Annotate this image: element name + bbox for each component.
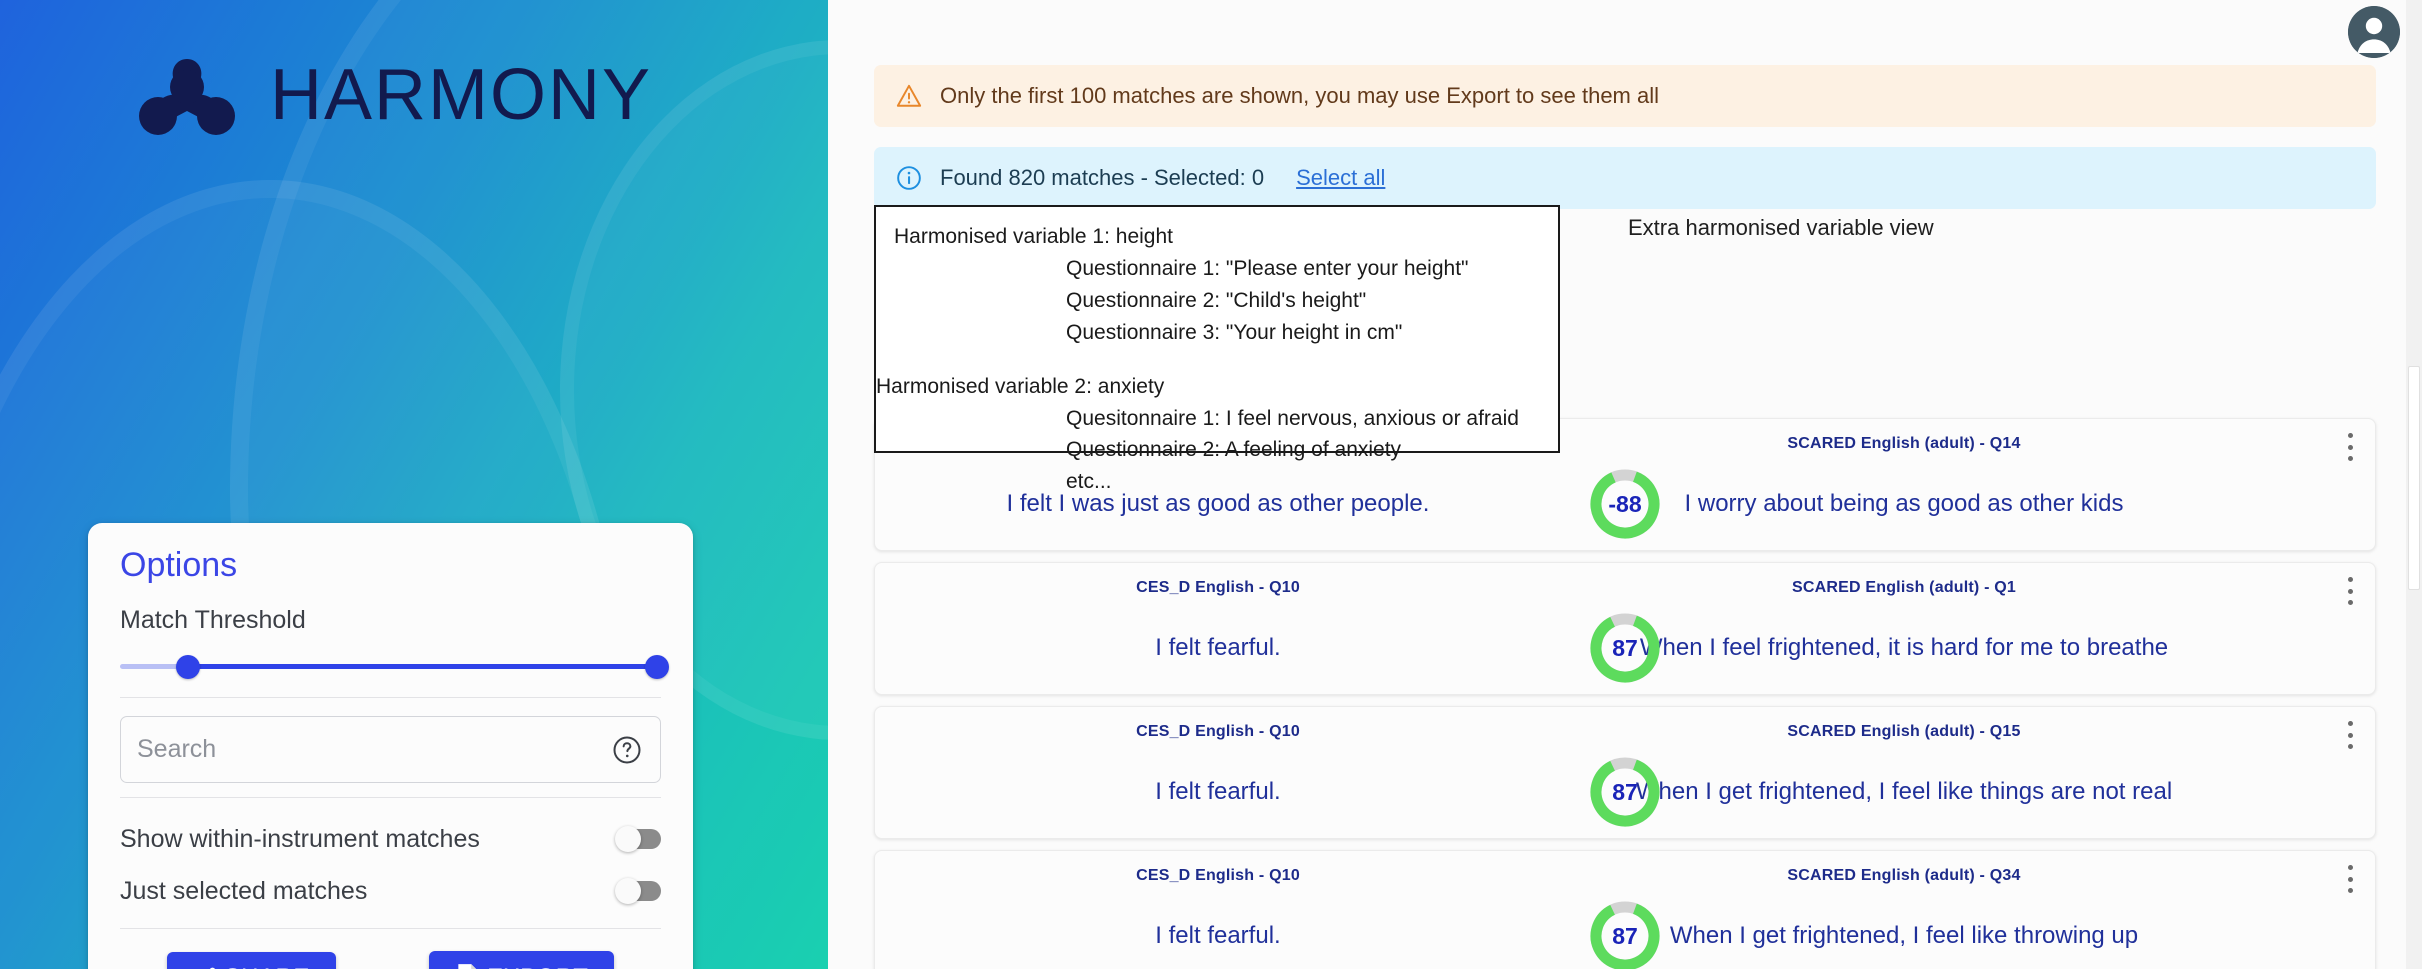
match-row[interactable]: CES_D English - Q10 SCARED English (adul… xyxy=(874,706,2376,839)
export-button[interactable]: X EXPORT xyxy=(429,951,615,969)
question-mark-circle-icon[interactable] xyxy=(612,735,642,765)
search-input[interactable] xyxy=(121,717,660,783)
share-button-label: SHARE xyxy=(225,964,310,969)
toggle-row-within-instrument: Show within-instrument matches xyxy=(120,816,661,862)
harmony-molecule-logo-icon xyxy=(139,59,235,135)
brand-wordmark: HARMONY xyxy=(270,54,653,135)
match-list: SCARED English (adult) - Q14 I felt I wa… xyxy=(874,418,2376,969)
match-score-donut: 87 xyxy=(1589,612,1661,684)
match-row-header: CES_D English - Q10 SCARED English (adul… xyxy=(875,563,2375,605)
left-question-text: I felt fearful. xyxy=(1155,778,1281,805)
callout-spacer xyxy=(876,349,1558,371)
match-row-body: I felt fearful. 87 When I get frightened… xyxy=(875,747,2375,837)
user-avatar[interactable] xyxy=(2348,6,2400,58)
match-threshold-slider[interactable] xyxy=(120,649,669,683)
user-avatar-icon xyxy=(2348,6,2400,58)
right-question-text: I worry about being as good as other kid… xyxy=(1684,490,2124,517)
toggle-label-within-instrument: Show within-instrument matches xyxy=(120,824,480,853)
match-score-value: 87 xyxy=(1612,634,1638,661)
right-instrument-label: SCARED English (adult) - Q1 xyxy=(1791,579,2017,596)
match-row-header: CES_D English - Q10 SCARED English (adul… xyxy=(875,707,2375,749)
info-banner-text: Found 820 matches - Selected: 0 xyxy=(940,165,1265,190)
banners-area: Only the first 100 matches are shown, yo… xyxy=(874,65,2376,209)
match-score-donut: 87 xyxy=(1589,900,1661,969)
slider-thumb-low[interactable] xyxy=(175,655,200,680)
results-panel: Only the first 100 matches are shown, yo… xyxy=(828,0,2422,969)
warning-banner-text: Only the first 100 matches are shown, yo… xyxy=(940,83,1660,108)
right-instrument-label: SCARED English (adult) - Q34 xyxy=(1787,867,2021,884)
match-score-donut: 87 xyxy=(1589,756,1661,828)
match-row[interactable]: CES_D English - Q10 SCARED English (adul… xyxy=(874,562,2376,695)
harmonised-variable-callout: Harmonised variable 1: height Questionna… xyxy=(874,205,1560,493)
left-question-text: I felt fearful. xyxy=(1155,922,1281,949)
options-actions: SHARE X EXPORT xyxy=(120,947,661,969)
brand-logo: HARMONY xyxy=(132,47,652,142)
right-question-text: When I get frightened, I feel like throw… xyxy=(1669,922,2139,949)
kebab-menu-icon[interactable] xyxy=(2339,865,2361,893)
excel-file-icon: X xyxy=(458,964,476,969)
export-button-label: EXPORT xyxy=(487,964,588,969)
info-banner: Found 820 matches - Selected: 0 Select a… xyxy=(874,147,2376,209)
callout-line-4: Questionnaire 3: "Your height in cm" xyxy=(1066,320,1403,344)
left-instrument-label: CES_D English - Q10 xyxy=(1136,579,1300,596)
left-question-text: I felt fearful. xyxy=(1155,634,1281,661)
kebab-menu-icon[interactable] xyxy=(2339,721,2361,749)
match-score-value: 87 xyxy=(1612,778,1638,805)
extra-harmonised-variable-view-label: Extra harmonised variable view xyxy=(1628,215,1934,240)
toggle-row-just-selected: Just selected matches xyxy=(120,868,661,914)
right-instrument-label: SCARED English (adult) - Q15 xyxy=(1787,723,2021,740)
toggle-within-instrument-matches[interactable] xyxy=(615,826,661,853)
search-box[interactable] xyxy=(120,716,661,784)
callout-line-1: Harmonised variable 1: height xyxy=(894,225,1173,248)
callout-line-6: Quesitonnaire 1: I feel nervous, anxious… xyxy=(1066,406,1519,430)
kebab-menu-icon[interactable] xyxy=(2339,577,2361,605)
share-button[interactable]: SHARE xyxy=(166,952,336,969)
select-all-link[interactable]: Select all xyxy=(1296,165,1385,191)
match-row[interactable]: CES_D English - Q10 SCARED English (adul… xyxy=(874,850,2376,969)
divider-1 xyxy=(120,697,661,699)
divider-2 xyxy=(120,797,661,799)
callout-line-8: etc... xyxy=(1066,470,1112,494)
callout-line-5: Harmonised variable 2: anxiety xyxy=(876,374,1165,398)
divider-3 xyxy=(120,928,661,930)
match-row-body: I felt fearful. 87 When I get frightened… xyxy=(875,891,2375,969)
slider-fill xyxy=(186,664,654,670)
callout-line-7: Questionnaire 2: A feeling of anxiety xyxy=(1066,438,1402,462)
app-root: HARMONY Options Match Threshold Search S… xyxy=(0,0,2422,969)
options-title: Options xyxy=(120,546,238,584)
share-nodes-icon xyxy=(209,967,215,969)
right-question-text: When I get frightened, I feel like thing… xyxy=(1635,778,2173,805)
match-threshold-label: Match Threshold xyxy=(120,606,306,635)
match-row-body: I felt fearful. 87 When I feel frightene… xyxy=(875,603,2375,693)
page-scrollbar[interactable] xyxy=(2406,0,2422,969)
match-row-header: CES_D English - Q10 SCARED English (adul… xyxy=(875,851,2375,893)
callout-line-3: Questionnaire 2: "Child's height" xyxy=(1066,288,1367,312)
toggle-label-just-selected: Just selected matches xyxy=(120,876,368,905)
kebab-menu-icon[interactable] xyxy=(2339,433,2361,461)
left-instrument-label: CES_D English - Q10 xyxy=(1136,867,1300,884)
match-score-value: 87 xyxy=(1612,922,1638,949)
warning-banner: Only the first 100 matches are shown, yo… xyxy=(874,65,2376,127)
right-question-text: When I feel frightened, it is hard for m… xyxy=(1639,634,2169,661)
warning-triangle-icon xyxy=(896,84,922,107)
match-score-donut: -88 xyxy=(1589,468,1661,540)
info-circle-icon xyxy=(897,166,921,190)
page-scrollbar-thumb[interactable] xyxy=(2408,366,2420,590)
toggle-just-selected-matches[interactable] xyxy=(615,878,661,905)
callout-line-2: Questionnaire 1: "Please enter your heig… xyxy=(1066,256,1469,280)
match-score-value: -88 xyxy=(1608,490,1642,517)
brand-hero-panel: HARMONY Options Match Threshold Search S… xyxy=(0,0,828,969)
options-panel: Options Match Threshold Show within- xyxy=(88,523,693,969)
right-instrument-label: SCARED English (adult) - Q14 xyxy=(1787,435,2021,452)
slider-thumb-high[interactable] xyxy=(644,655,669,680)
left-instrument-label: CES_D English - Q10 xyxy=(1136,723,1300,740)
